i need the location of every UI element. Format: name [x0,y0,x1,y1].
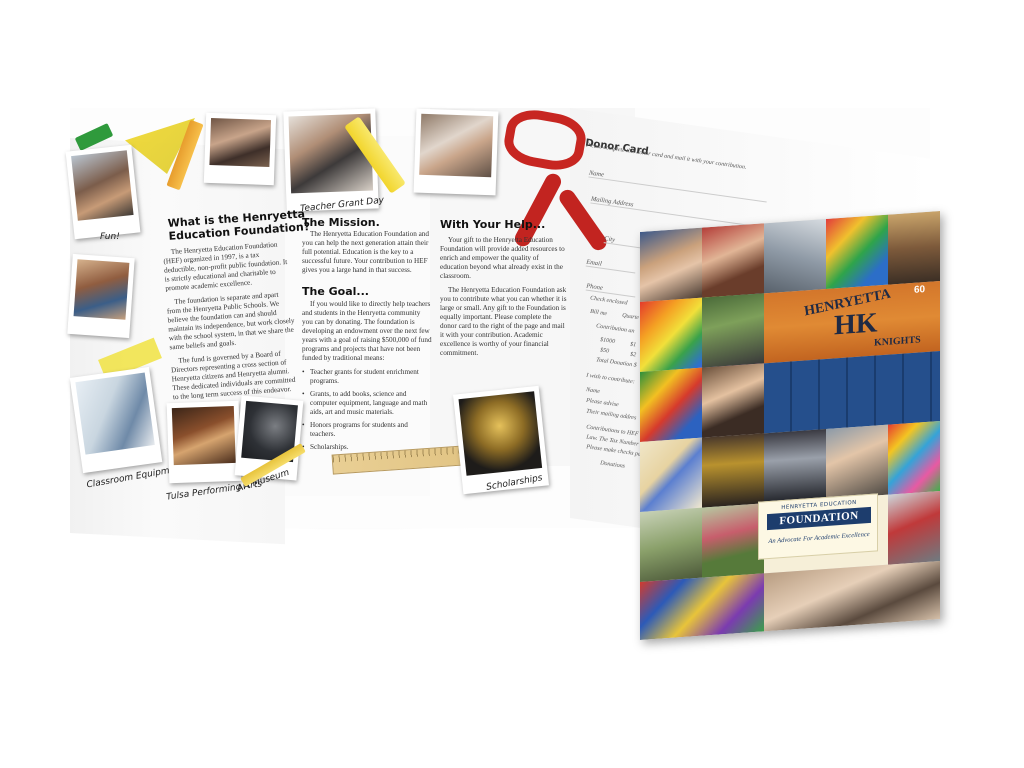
tile-trophies-2 [764,428,826,504]
help-paragraph-1: Your gift to the Henryetta Education Fou… [440,236,565,280]
tile-scissors-colorful [826,214,888,289]
tile-kids-running [702,503,764,578]
tile-girl-playground [640,507,702,582]
donor-option-50: $50 [599,347,610,355]
help-paragraph-2: The Henryetta Education Foundation ask y… [440,286,567,357]
text-goal: If you would like to directly help teach… [302,300,432,456]
photo-fun-image [71,150,134,221]
tile-kids-glasses [702,223,764,298]
brochure-cover: HENRYETTA HK KNIGHTS 60 HENRYETTA EDUCAT… [640,211,940,640]
goal-bullet-3: Honors programs for students and teacher… [302,421,432,439]
tile-students-computer [826,424,888,499]
text-help: Your gift to the Henryetta Education Fou… [440,236,568,363]
heading-mission: The Mission. [302,216,380,229]
jersey-number: 60 [914,284,926,296]
tile-teacher-award [764,561,940,632]
photo-scholarships-image [458,391,543,476]
tile-school-hallway [888,211,940,285]
heading-help: With Your Help... [440,218,546,231]
jersey-sub: KNIGHTS [874,334,921,349]
photo-woman-paper [413,108,499,196]
photo-classroom-image [75,372,155,455]
goal-bullet-1: Teacher grants for student enrichment pr… [302,368,432,386]
goal-bullet-2: Grants, to add books, science and comput… [302,390,432,417]
tile-slide [764,218,826,294]
photo-fun [65,144,141,240]
tile-students-desk [702,363,764,438]
caption-fun: Fun! [100,232,120,242]
tile-boy-slide [702,293,764,368]
what-is-paragraph-2: The foundation is separate and apart fro… [166,290,295,352]
donor-option-2: $2 [629,351,637,359]
photo-performing-arts [166,400,242,484]
photo-award-women-image [209,117,272,168]
what-is-paragraph-3: The fund is governed by a Board of Direc… [170,349,296,402]
foundation-logo: HENRYETTA EDUCATION FOUNDATION An Advoca… [758,493,878,560]
photo-performing-arts-image [171,405,236,466]
heading-goal: The Goal... [302,285,369,298]
jersey-letters: HK [834,307,878,342]
tile-jersey: HENRYETTA HK KNIGHTS 60 [764,281,940,364]
brochure-mockup: Fun! Classroom Equipment Teacher Grant D… [0,0,1024,768]
tile-bicycles [888,491,940,565]
photo-kids-image [73,259,130,320]
donor-option-1: $1 [629,341,637,349]
tile-crayons [640,367,702,442]
tile-handprints [640,437,702,512]
tile-colorful-art [888,421,940,495]
photo-kids [67,253,135,339]
goal-paragraph: If you would like to directly help teach… [302,300,432,362]
text-what-is: The Henryetta Education Foundation (HEF)… [163,240,302,408]
tile-lockers [764,351,940,434]
tile-boy-smiling [640,227,702,302]
photo-woman-paper-image [419,113,494,178]
photo-award-women [203,112,277,186]
logo-tagline: An Advocate For Academic Excellence [768,530,870,546]
mission-paragraph: The Henryetta Education Foundation and y… [302,230,429,274]
goal-list: Teacher grants for student enrichment pr… [302,368,432,452]
text-mission: The Henryetta Education Foundation and y… [302,230,432,280]
tile-backpacks [640,573,764,640]
what-is-paragraph-1: The Henryetta Education Foundation (HEF)… [163,240,288,293]
photo-classroom [69,366,163,474]
tile-trophies [702,433,764,508]
